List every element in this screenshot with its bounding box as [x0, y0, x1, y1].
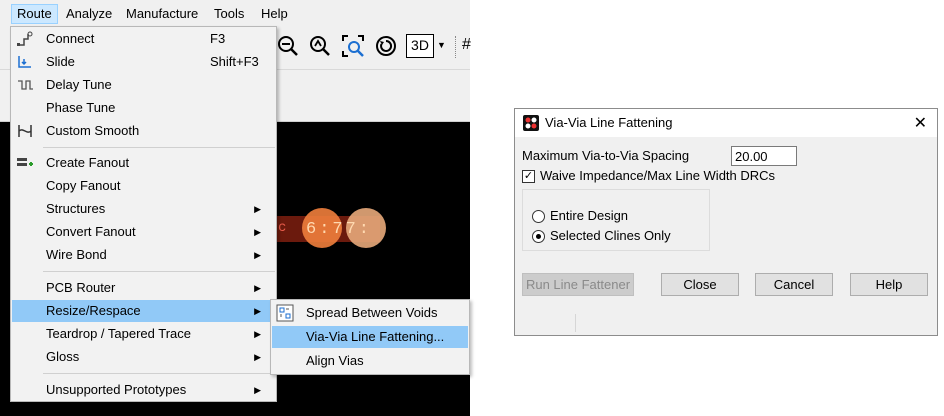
- radio-entire-design-label: Entire Design: [550, 208, 629, 223]
- view-3d-button[interactable]: 3D: [406, 34, 434, 58]
- dialog-title-bar: Via-Via Line Fattening ✕: [515, 109, 937, 137]
- submenu-arrow-icon: ▶: [254, 227, 261, 237]
- zoom-out-icon[interactable]: [276, 34, 300, 58]
- submenu-item-spread-between-voids[interactable]: Spread Between Voids: [272, 302, 468, 324]
- scope-group: Entire Design Selected Clines Only: [522, 189, 710, 251]
- menu-manufacture[interactable]: Manufacture: [121, 4, 203, 24]
- menu-item-resize-respace[interactable]: Resize/Respace ▶: [12, 300, 275, 322]
- radio-selected-clines[interactable]: [532, 230, 545, 243]
- slide-icon: [18, 56, 31, 68]
- menu-item-convert-fanout[interactable]: Convert Fanout ▶: [12, 221, 275, 243]
- menu-item-delay-tune[interactable]: Delay Tune: [12, 74, 275, 96]
- waive-drc-checkbox[interactable]: ✓: [522, 170, 535, 183]
- menu-item-copy-fanout[interactable]: Copy Fanout: [12, 175, 275, 197]
- menubar: Route Analyze Manufacture Tools Help: [0, 0, 470, 26]
- spacing-input[interactable]: [731, 146, 797, 166]
- help-button[interactable]: Help: [850, 273, 928, 296]
- menu-help[interactable]: Help: [256, 4, 293, 24]
- menu-item-teardrop[interactable]: Teardrop / Tapered Trace ▶: [12, 323, 275, 345]
- menu-item-pcb-router[interactable]: PCB Router ▶: [12, 277, 275, 299]
- dialog-title: Via-Via Line Fattening: [545, 115, 673, 130]
- submenu-arrow-icon: ▶: [254, 250, 261, 260]
- trace-net-label: 6:77:: [306, 220, 373, 239]
- menu-item-wire-bond[interactable]: Wire Bond ▶: [12, 244, 275, 266]
- submenu-arrow-icon: ▶: [254, 329, 261, 339]
- resize-respace-submenu: Spread Between Voids Via-Via Line Fatten…: [270, 299, 470, 375]
- custom-smooth-icon: [18, 125, 32, 137]
- zoom-in-icon[interactable]: [308, 34, 332, 58]
- close-icon[interactable]: ✕: [914, 113, 927, 133]
- menu-item-slide[interactable]: Slide Shift+F3: [12, 51, 275, 73]
- delay-tune-icon: [18, 80, 33, 90]
- trace-text-left: c: [278, 220, 289, 236]
- via-via-line-fattening-dialog: Via-Via Line Fattening ✕ Maximum Via-to-…: [514, 108, 938, 336]
- submenu-arrow-icon: ▶: [254, 306, 261, 316]
- spread-voids-icon: [276, 304, 294, 322]
- menu-separator: [43, 147, 275, 148]
- fanout-icon: [17, 158, 33, 166]
- close-button[interactable]: Close: [661, 273, 739, 296]
- app-icon: [523, 115, 539, 131]
- chevron-down-icon[interactable]: ▼: [437, 40, 446, 50]
- menu-tools[interactable]: Tools: [209, 4, 249, 24]
- grid-icon[interactable]: #: [462, 36, 471, 54]
- menu-separator: [43, 271, 275, 272]
- submenu-item-align-vias[interactable]: Align Vias: [272, 350, 468, 372]
- divider: [575, 314, 576, 332]
- cancel-button[interactable]: Cancel: [755, 273, 833, 296]
- zoom-fit-icon[interactable]: [341, 34, 365, 58]
- radio-entire-design[interactable]: [532, 210, 545, 223]
- run-line-fattener-button[interactable]: Run Line Fattener: [522, 273, 634, 296]
- route-menu: Connect F3 Slide Shift+F3 Delay Tune Pha…: [10, 26, 277, 402]
- spacing-label: Maximum Via-to-Via Spacing: [522, 148, 690, 163]
- radio-selected-clines-label: Selected Clines Only: [550, 228, 671, 243]
- menu-item-structures[interactable]: Structures ▶: [12, 198, 275, 220]
- menu-item-connect[interactable]: Connect F3: [12, 28, 275, 50]
- submenu-arrow-icon: ▶: [254, 385, 261, 395]
- menu-item-create-fanout[interactable]: Create Fanout: [12, 152, 275, 174]
- submenu-arrow-icon: ▶: [254, 352, 261, 362]
- menu-analyze[interactable]: Analyze: [61, 4, 117, 24]
- toolbar-divider: [455, 36, 456, 58]
- menu-item-custom-smooth[interactable]: Custom Smooth: [12, 120, 275, 142]
- submenu-arrow-icon: ▶: [254, 283, 261, 293]
- menu-route[interactable]: Route: [11, 4, 58, 24]
- refresh-icon[interactable]: [374, 34, 398, 58]
- menu-item-gloss[interactable]: Gloss ▶: [12, 346, 275, 368]
- menu-separator: [43, 373, 275, 374]
- submenu-item-via-via-line-fattening[interactable]: Via-Via Line Fattening...: [272, 326, 468, 348]
- menu-item-phase-tune[interactable]: Phase Tune: [12, 97, 275, 119]
- submenu-arrow-icon: ▶: [254, 204, 261, 214]
- connect-icon: [17, 31, 33, 46]
- checkmark-icon: ✓: [523, 170, 534, 182]
- menu-item-unsupported-prototypes[interactable]: Unsupported Prototypes ▶: [12, 379, 275, 401]
- waive-drc-label: Waive Impedance/Max Line Width DRCs: [540, 168, 776, 183]
